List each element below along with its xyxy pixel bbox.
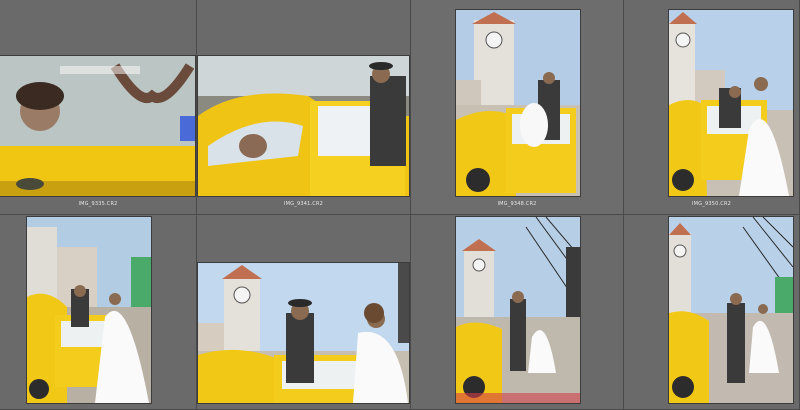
- thumbnail-cell[interactable]: IMG_9348.CR2: [411, 0, 624, 215]
- photo-thumbnail[interactable]: [669, 10, 793, 196]
- thumbnail-grid: IMG_9335.CR2 IMG_9341.CR2 IMG_9348.CR2 I…: [0, 0, 800, 410]
- photo-thumbnail[interactable]: [0, 56, 195, 196]
- photo-thumbnail[interactable]: [456, 217, 580, 403]
- thumbnail-cell[interactable]: [411, 215, 624, 410]
- filename-label: IMG_9350.CR2: [691, 201, 732, 207]
- photo-thumbnail[interactable]: [456, 10, 580, 196]
- photo-thumbnail[interactable]: [198, 263, 409, 403]
- thumbnail-cell[interactable]: IMG_9335.CR2: [0, 0, 197, 215]
- photo-thumbnail[interactable]: [27, 217, 151, 403]
- thumbnail-cell[interactable]: [624, 215, 800, 410]
- thumbnail-cell[interactable]: IMG_9350.CR2: [624, 0, 800, 215]
- thumbnail-cell[interactable]: [0, 215, 197, 410]
- filename-label: IMG_9341.CR2: [283, 201, 324, 207]
- filename-label: IMG_9348.CR2: [497, 201, 537, 207]
- thumbnail-cell[interactable]: [197, 215, 411, 410]
- photo-thumbnail[interactable]: [669, 217, 793, 403]
- thumbnail-cell[interactable]: IMG_9341.CR2: [197, 0, 411, 215]
- filename-label: IMG_9335.CR2: [78, 201, 118, 207]
- photo-thumbnail[interactable]: [198, 56, 409, 196]
